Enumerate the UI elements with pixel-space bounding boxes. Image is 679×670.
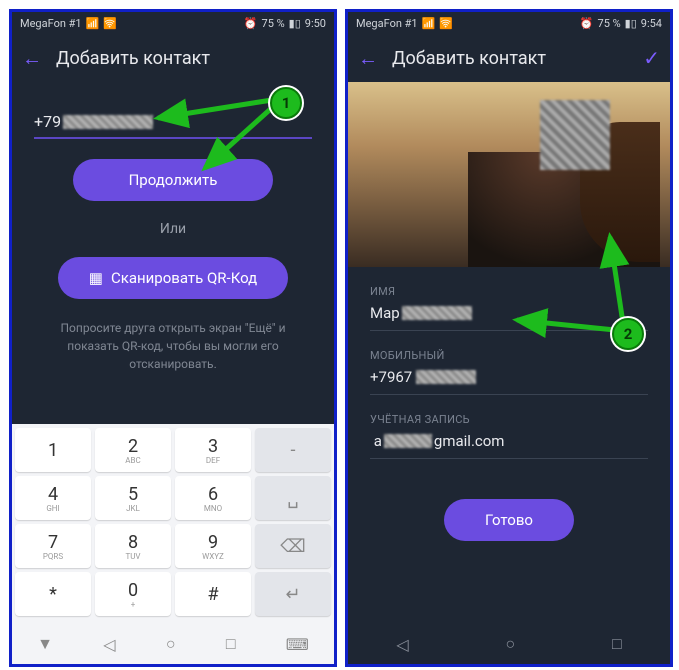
status-bar: MegaFon #1 📶 🛜 ⏰ 75 % ▮▯ 9:54 xyxy=(348,12,670,34)
nav-keyboard-icon[interactable]: ⌨ xyxy=(286,635,309,654)
mobile-value-prefix: +7967 xyxy=(370,368,412,386)
signal-icon: 📶 xyxy=(422,17,436,30)
continue-button[interactable]: Продолжить xyxy=(73,159,273,201)
wifi-icon: 🛜 xyxy=(103,17,117,30)
page-title: Добавить контакт xyxy=(392,48,643,69)
alarm-icon: ⏰ xyxy=(580,17,594,30)
done-button[interactable]: Готово xyxy=(444,499,574,541)
nav-recent-icon[interactable]: □ xyxy=(226,634,236,654)
clock-label: 9:54 xyxy=(641,17,662,30)
app-header: ← Добавить контакт ✓ xyxy=(348,34,670,82)
continue-button-label: Продолжить xyxy=(129,171,218,189)
phone-value-censored xyxy=(63,115,153,129)
back-icon[interactable]: ← xyxy=(22,46,42,71)
account-value-censored xyxy=(384,434,432,448)
carrier-label: MegaFon #1 xyxy=(20,17,82,30)
key-space[interactable]: ␣ xyxy=(255,476,331,520)
key-dash[interactable]: - xyxy=(255,428,331,472)
key-star[interactable]: * xyxy=(15,572,91,616)
contact-photo-face-censored xyxy=(540,100,610,170)
mobile-value-censored xyxy=(416,370,476,384)
help-text: Попросите друга открыть экран "Ещё" и по… xyxy=(34,319,312,373)
nav-recent-icon[interactable]: □ xyxy=(612,634,622,654)
key-backspace[interactable]: ⌫ xyxy=(255,524,331,568)
account-value-suffix: gmail.com xyxy=(434,432,505,450)
nav-keyboard-toggle-icon[interactable]: ▼ xyxy=(37,634,53,654)
name-value-prefix: Мар xyxy=(370,304,400,322)
key-hash[interactable]: # xyxy=(175,572,251,616)
battery-icon: ▮▯ xyxy=(289,17,301,30)
numeric-keyboard: 1 2ABC 3DEF - 4GHI 5JKL 6MNO ␣ 7PQRS 8TU… xyxy=(12,424,334,624)
key-7[interactable]: 7PQRS xyxy=(15,524,91,568)
confirm-icon[interactable]: ✓ xyxy=(643,46,660,70)
clock-label: 9:50 xyxy=(305,17,326,30)
account-value-prefix: a xyxy=(374,432,382,450)
android-navbar: ◁ ○ □ xyxy=(348,624,670,664)
mobile-field-label: МОБИЛЬНЫЙ xyxy=(370,349,648,362)
android-navbar: ▼ ◁ ○ □ ⌨ xyxy=(12,624,334,664)
account-field-label: УЧЁТНАЯ ЗАПИСЬ xyxy=(370,413,648,426)
wifi-icon: 🛜 xyxy=(439,17,453,30)
name-field-label: ИМЯ xyxy=(370,285,648,298)
nav-back-icon[interactable]: ◁ xyxy=(396,635,408,654)
nav-back-icon[interactable]: ◁ xyxy=(103,635,115,654)
annotation-marker-2: 2 xyxy=(612,318,644,350)
key-0[interactable]: 0+ xyxy=(95,572,171,616)
done-button-label: Готово xyxy=(485,511,533,529)
annotation-marker-1: 1 xyxy=(270,87,302,119)
nav-home-icon[interactable]: ○ xyxy=(166,634,176,654)
key-3[interactable]: 3DEF xyxy=(175,428,251,472)
contact-photo[interactable] xyxy=(348,82,670,267)
nav-home-icon[interactable]: ○ xyxy=(505,634,515,654)
alarm-icon: ⏰ xyxy=(244,17,258,30)
key-1[interactable]: 1 xyxy=(15,428,91,472)
battery-label: 75 % xyxy=(262,17,285,30)
or-divider: Или xyxy=(34,221,312,237)
key-enter[interactable]: ↵ xyxy=(255,572,331,616)
scan-qr-button[interactable]: ▦ Сканировать QR-Код xyxy=(58,257,288,299)
key-6[interactable]: 6MNO xyxy=(175,476,251,520)
scan-qr-label: Сканировать QR-Код xyxy=(111,269,257,287)
name-value-censored xyxy=(402,306,472,320)
account-field[interactable]: a gmail.com xyxy=(370,426,648,459)
key-5[interactable]: 5JKL xyxy=(95,476,171,520)
signal-icon: 📶 xyxy=(86,17,100,30)
key-4[interactable]: 4GHI xyxy=(15,476,91,520)
page-title: Добавить контакт xyxy=(56,48,324,69)
phone-input[interactable]: +79 xyxy=(34,112,312,139)
key-2[interactable]: 2ABC xyxy=(95,428,171,472)
status-bar: MegaFon #1 📶 🛜 ⏰ 75 % ▮▯ 9:50 xyxy=(12,12,334,34)
qr-icon: ▦ xyxy=(89,269,103,287)
app-header: ← Добавить контакт xyxy=(12,34,334,82)
battery-icon: ▮▯ xyxy=(625,17,637,30)
mobile-field[interactable]: +7967 xyxy=(370,362,648,395)
name-field[interactable]: Мар xyxy=(370,298,648,331)
battery-label: 75 % xyxy=(598,17,621,30)
carrier-label: MegaFon #1 xyxy=(356,17,418,30)
back-icon[interactable]: ← xyxy=(358,46,378,71)
key-9[interactable]: 9WXYZ xyxy=(175,524,251,568)
key-8[interactable]: 8TUV xyxy=(95,524,171,568)
phone-value-prefix: +79 xyxy=(34,112,61,131)
